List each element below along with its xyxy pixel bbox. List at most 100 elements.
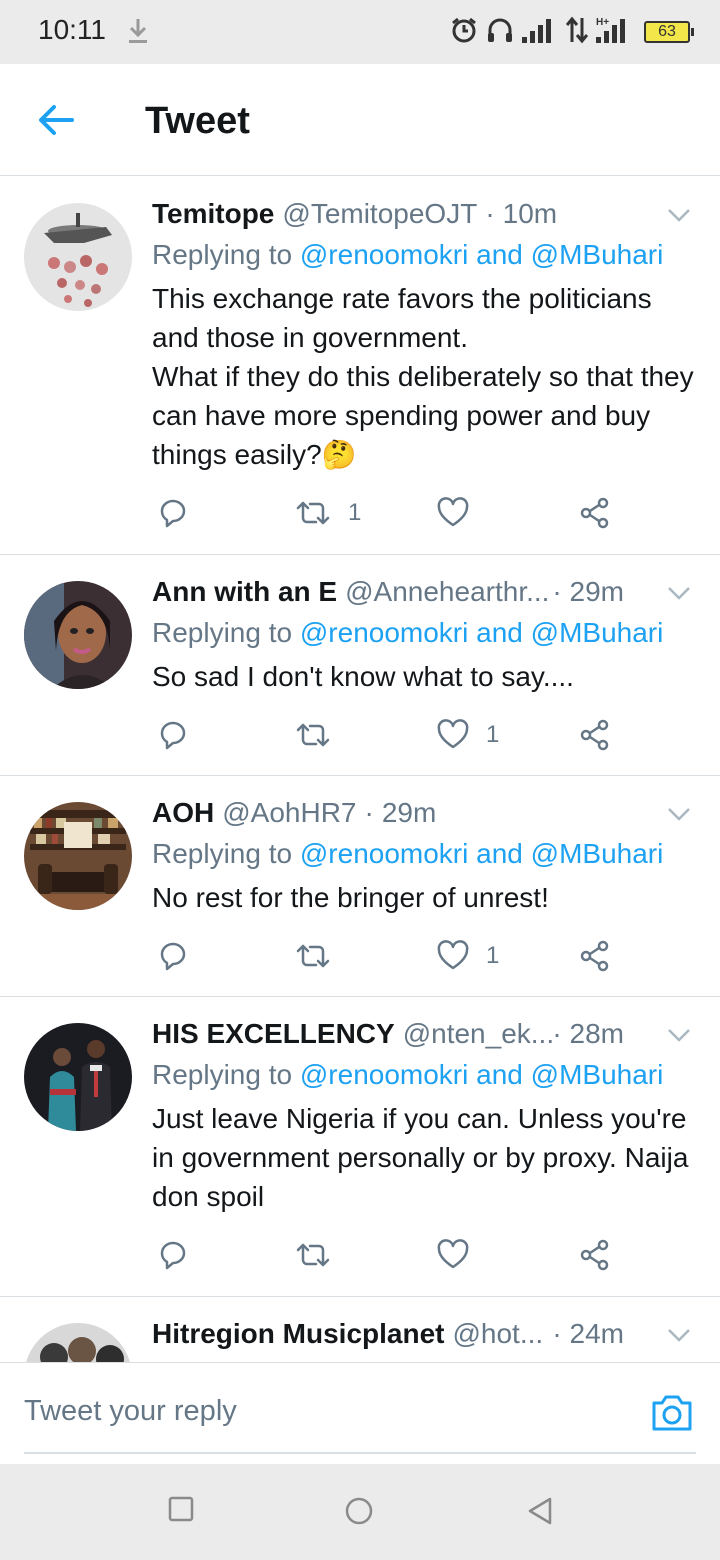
heart-icon	[437, 719, 469, 749]
signal-icon	[522, 17, 558, 48]
reply-button[interactable]	[156, 939, 190, 973]
mention-link[interactable]: @MBuhari	[531, 617, 664, 648]
author-name[interactable]: AOH	[152, 795, 214, 831]
mention-link[interactable]: @renoomokri	[300, 617, 468, 648]
mention-link[interactable]: @renoomokri	[300, 1059, 468, 1090]
author-handle[interactable]: @nten_ek...	[403, 1016, 554, 1052]
arrow-left-icon[interactable]	[34, 98, 78, 142]
like-button[interactable]	[436, 496, 486, 530]
home-circle-icon[interactable]	[344, 1496, 374, 1531]
download-icon	[126, 16, 150, 51]
tweet-item[interactable]: Temitope @TemitopeOJT · 10m Replying to …	[0, 177, 720, 555]
replying-and[interactable]: and	[476, 1059, 523, 1090]
headphones-icon	[486, 16, 514, 49]
share-button[interactable]	[578, 496, 612, 530]
status-icons: H+ 63	[450, 14, 694, 50]
tweet-item[interactable]: HIS EXCELLENCY @nten_ek... · 28m Replyin…	[0, 997, 720, 1297]
reply-button[interactable]	[156, 1238, 190, 1272]
reply-icon	[160, 721, 186, 750]
share-icon	[580, 497, 609, 529]
replying-and[interactable]: and	[476, 617, 523, 648]
battery-icon: 63	[644, 21, 694, 43]
author-handle[interactable]: @AohHR7	[222, 795, 356, 831]
share-button[interactable]	[578, 939, 612, 973]
reply-button[interactable]	[156, 496, 190, 530]
heart-icon	[437, 497, 469, 527]
retweet-button[interactable]	[294, 718, 348, 752]
retweet-button[interactable]	[294, 1238, 348, 1272]
author-handle[interactable]: @hot...	[452, 1316, 543, 1352]
retweet-button[interactable]	[294, 939, 348, 973]
tweet-item[interactable]: Ann with an E @Annehearthr... · 29m Repl…	[0, 555, 720, 776]
camera-icon[interactable]	[650, 1393, 694, 1433]
mention-link[interactable]: @MBuhari	[531, 1059, 664, 1090]
replying-to: Replying to @renoomokri and @MBuhari	[152, 1057, 696, 1093]
mention-link[interactable]: @renoomokri	[300, 239, 468, 270]
like-button[interactable]	[436, 1238, 486, 1272]
heart-icon	[437, 1239, 469, 1269]
reply-icon	[160, 1241, 186, 1270]
chevron-down-icon[interactable]	[666, 1021, 692, 1047]
avatar[interactable]	[24, 802, 132, 910]
chevron-down-icon[interactable]	[666, 201, 692, 227]
author-name[interactable]: HIS EXCELLENCY	[152, 1016, 395, 1052]
retweet-button[interactable]: 1	[294, 496, 361, 530]
heart-icon	[437, 940, 469, 970]
like-button[interactable]: 1	[436, 939, 499, 973]
tweet-header: AOH @AohHR7 · 29m	[152, 794, 696, 832]
hplus-signal-icon: H+	[596, 15, 636, 50]
tweet-header: Ann with an E @Annehearthr... · 29m	[152, 573, 696, 611]
reply-input[interactable]: Tweet your reply	[24, 1395, 237, 1428]
share-button[interactable]	[578, 718, 612, 752]
author-handle[interactable]: @TemitopeOJT	[282, 196, 477, 232]
tweet-actions: 1	[152, 474, 696, 560]
chevron-down-icon[interactable]	[666, 1321, 692, 1347]
like-count: 1	[486, 721, 500, 748]
retweet-icon	[296, 501, 330, 525]
reply-icon	[160, 499, 186, 528]
recents-square-icon[interactable]	[168, 1496, 194, 1527]
separator-dot: ·	[364, 797, 374, 828]
author-name[interactable]: Hitregion Musicplanet	[152, 1316, 444, 1352]
mention-link[interactable]: @MBuhari	[531, 239, 664, 270]
tweet-text: Just leave Nigeria if you can. Unless yo…	[152, 1103, 689, 1212]
data-arrows-icon	[565, 16, 589, 49]
chevron-down-icon[interactable]	[666, 579, 692, 605]
retweet-icon	[296, 723, 330, 747]
tweet-time: · 29m	[552, 576, 624, 607]
author-name[interactable]: Temitope	[152, 196, 274, 232]
replying-and[interactable]: and	[476, 838, 523, 869]
author-name[interactable]: Ann with an E	[152, 574, 337, 610]
replying-and[interactable]: and	[476, 239, 523, 270]
avatar[interactable]	[24, 1323, 132, 1362]
share-button[interactable]	[578, 1238, 612, 1272]
tweet-time: · 28m	[552, 1018, 624, 1049]
retweet-count: 1	[348, 499, 362, 526]
author-handle[interactable]: @Annehearthr...	[345, 574, 549, 610]
reply-button[interactable]	[156, 718, 190, 752]
replying-to: Replying to @renoomokri and @MBuhari	[152, 615, 696, 651]
tweet-header: HIS EXCELLENCY @nten_ek... · 28m	[152, 1015, 696, 1053]
tweet-actions: 1	[152, 696, 696, 782]
reply-composer: Tweet your reply	[0, 1362, 720, 1464]
tweet-header: Hitregion Musicplanet @hot... · 24m	[152, 1315, 696, 1353]
svg-text:H+: H+	[596, 17, 609, 28]
avatar[interactable]	[24, 581, 132, 689]
tweet-item[interactable]: AOH @AohHR7 · 29m Replying to @renoomokr…	[0, 776, 720, 997]
mention-link[interactable]: @MBuhari	[531, 838, 664, 869]
chevron-down-icon[interactable]	[666, 800, 692, 826]
share-icon	[580, 940, 609, 972]
retweet-icon	[296, 1243, 330, 1267]
back-triangle-icon[interactable]	[526, 1496, 554, 1531]
tweet-time: 10m	[502, 198, 558, 229]
reply-icon	[160, 942, 186, 971]
mention-link[interactable]: @renoomokri	[300, 838, 468, 869]
avatar[interactable]	[24, 1023, 132, 1131]
reply-list[interactable]: Temitope @TemitopeOJT · 10m Replying to …	[0, 177, 720, 1362]
tweet-item[interactable]: Hitregion Musicplanet @hot... · 24m	[0, 1297, 720, 1362]
share-icon	[580, 719, 609, 751]
replying-prefix: Replying to	[152, 617, 293, 648]
avatar[interactable]	[24, 203, 132, 311]
input-underline	[24, 1452, 696, 1454]
like-button[interactable]: 1	[436, 718, 499, 752]
